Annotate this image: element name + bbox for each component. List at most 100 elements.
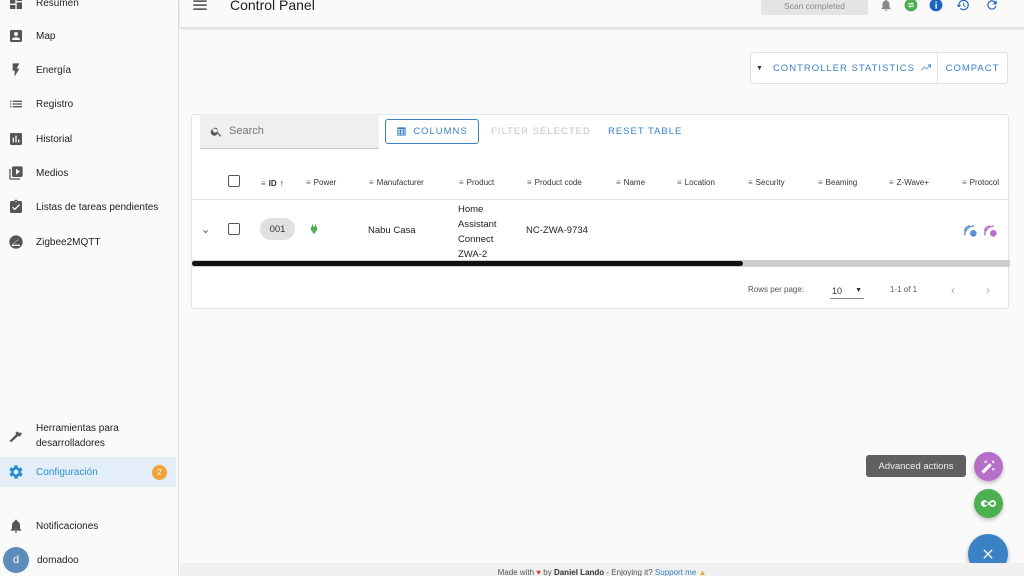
sidebar-item-notificaciones[interactable]: Notificaciones [0, 511, 178, 541]
column-header-beaming[interactable]: ≡ Beaming [818, 178, 857, 187]
reset-table-button[interactable]: RESET TABLE [608, 126, 682, 137]
sidebar-item-label: Notificaciones [36, 520, 99, 532]
sidebar-item-registro[interactable]: Registro [0, 89, 178, 119]
sidebar-item-label: Herramientas para desarrolladores [36, 423, 119, 449]
page-title: Control Panel [230, 0, 315, 13]
sidebar-item-configuracion[interactable]: Configuración 2 [0, 457, 176, 487]
sidebar-item-label: Historial [36, 133, 73, 145]
caret-down-icon: ▼ [756, 64, 764, 72]
history-icon[interactable] [956, 0, 970, 12]
next-page-icon[interactable]: › [986, 283, 990, 297]
credits-footer: Made with ♥ by Daniel Lando - Enjoying i… [180, 563, 1024, 576]
advanced-actions-tooltip: Advanced actions [866, 455, 966, 477]
sidebar-item-historial[interactable]: Historial [0, 124, 178, 154]
column-header-power[interactable]: ≡ Power [306, 178, 336, 187]
map-icon [8, 28, 24, 44]
controller-toolbar: ▼ CONTROLLER STATISTICS COMPACT [750, 52, 1008, 84]
sidebar-item-label: Configuración [36, 466, 98, 478]
columns-button[interactable]: COLUMNS [385, 119, 479, 144]
sync-icon[interactable] [904, 0, 918, 12]
sidebar-item-medios[interactable]: Medios [0, 158, 178, 188]
column-header-product[interactable]: ≡ Product [459, 178, 494, 187]
columns-label: COLUMNS [413, 126, 468, 137]
sidebar-item-map[interactable]: Map [0, 21, 178, 51]
sidebar-item-label: Energía [36, 64, 72, 76]
column-header-protocol[interactable]: ≡ Protocol [962, 178, 999, 187]
magic-wand-icon [981, 460, 995, 474]
table-columns-icon [397, 127, 406, 136]
filter-icon: ≡ [889, 178, 894, 187]
column-header-zwave-plus[interactable]: ≡ Z-Wave+ [889, 178, 929, 187]
filter-icon: ≡ [616, 178, 621, 187]
select-all-checkbox[interactable] [228, 175, 240, 187]
sidebar-item-energia[interactable]: Energía [0, 55, 178, 85]
media-icon [8, 165, 24, 181]
search-field[interactable] [200, 114, 379, 149]
sidebar-item-label: Registro [36, 98, 74, 110]
previous-page-icon[interactable]: ‹ [951, 283, 955, 297]
notification-badge: 2 [152, 464, 167, 480]
chart-icon [8, 131, 24, 147]
column-header-id[interactable]: ≡ ID ↑ [261, 178, 284, 188]
filter-icon: ≡ [677, 178, 682, 187]
rows-per-page-label: Rows per page: [748, 285, 805, 294]
sidebar-item-label: Medios [36, 167, 69, 179]
scan-status-chip: Scan completed [761, 0, 868, 15]
row-checkbox[interactable] [228, 223, 240, 235]
divider [192, 199, 1010, 200]
rows-per-page-select[interactable]: 10 ▼ [830, 283, 864, 299]
sort-ascending-icon: ↑ [279, 178, 285, 188]
product-code-cell: NC-ZWA-9734 [526, 225, 588, 236]
clipboard-icon [8, 199, 24, 215]
column-header-manufacturer[interactable]: ≡ Manufacturer [369, 178, 424, 187]
sidebar-item-dev-tools[interactable]: Herramientas para desarrolladores [0, 420, 178, 452]
power-plug-icon [308, 222, 320, 239]
menu-icon[interactable] [192, 0, 208, 10]
user-name: domadoo [37, 554, 79, 566]
product-cell: Home Assistant Connect ZWA-2 [458, 204, 497, 260]
sidebar-item-label: Map [36, 30, 56, 42]
pagination-range: 1-1 of 1 [890, 285, 918, 294]
sidebar-item-tareas[interactable]: Listas de tareas pendientes [0, 192, 178, 222]
node-id-chip[interactable]: 001 [260, 218, 295, 240]
controller-statistics-button[interactable]: ▼ CONTROLLER STATISTICS [751, 53, 938, 83]
sidebar-item-label: Resumen [36, 0, 79, 9]
info-icon[interactable] [929, 0, 943, 12]
thumbs-up-icon: ▲ [698, 568, 707, 576]
sidebar-item-label: Zigbee2MQTT [36, 236, 101, 248]
column-header-security[interactable]: ≡ Security [748, 178, 785, 187]
expand-row-chevron-icon[interactable]: ⌄ [201, 223, 210, 236]
caret-down-icon: ▼ [855, 287, 862, 294]
refresh-icon[interactable] [985, 0, 999, 12]
scrollbar-thumb[interactable] [192, 261, 743, 266]
bell-icon[interactable] [879, 0, 893, 12]
sidebar-item-zigbee2mqtt[interactable]: Zigbee2MQTT [0, 227, 178, 257]
gear-icon [8, 464, 24, 480]
network-graph-button[interactable] [974, 489, 1003, 518]
sidebar-item-user[interactable]: d domadoo [0, 545, 178, 575]
sidebar-item-label: Listas de tareas pendientes [36, 201, 159, 213]
close-icon [983, 549, 993, 559]
manufacturer-cell: Nabu Casa [368, 225, 416, 236]
zigbee-icon [8, 234, 24, 250]
filter-icon: ≡ [748, 178, 753, 187]
advanced-actions-button[interactable] [974, 452, 1003, 481]
hammer-icon [8, 428, 24, 444]
column-header-product-code[interactable]: ≡ Product code [527, 178, 582, 187]
compact-button[interactable]: COMPACT [938, 53, 1007, 83]
infinity-icon [981, 500, 996, 507]
search-input[interactable] [229, 125, 369, 137]
filter-icon: ≡ [369, 178, 374, 187]
column-header-name[interactable]: ≡ Name [616, 178, 645, 187]
bell-icon [8, 518, 24, 534]
filter-selected-button[interactable]: FILTER SELECTED [491, 126, 591, 137]
filter-icon: ≡ [306, 178, 311, 187]
filter-icon: ≡ [261, 178, 266, 188]
support-link[interactable]: Support me [655, 568, 696, 576]
column-header-location[interactable]: ≡ Location [677, 178, 715, 187]
heart-icon: ♥ [536, 568, 542, 576]
lightning-icon [8, 62, 24, 78]
top-bar: Control Panel Scan completed [180, 0, 1024, 28]
filter-icon: ≡ [527, 178, 532, 187]
sidebar-item-resumen[interactable]: Resumen [0, 0, 178, 18]
